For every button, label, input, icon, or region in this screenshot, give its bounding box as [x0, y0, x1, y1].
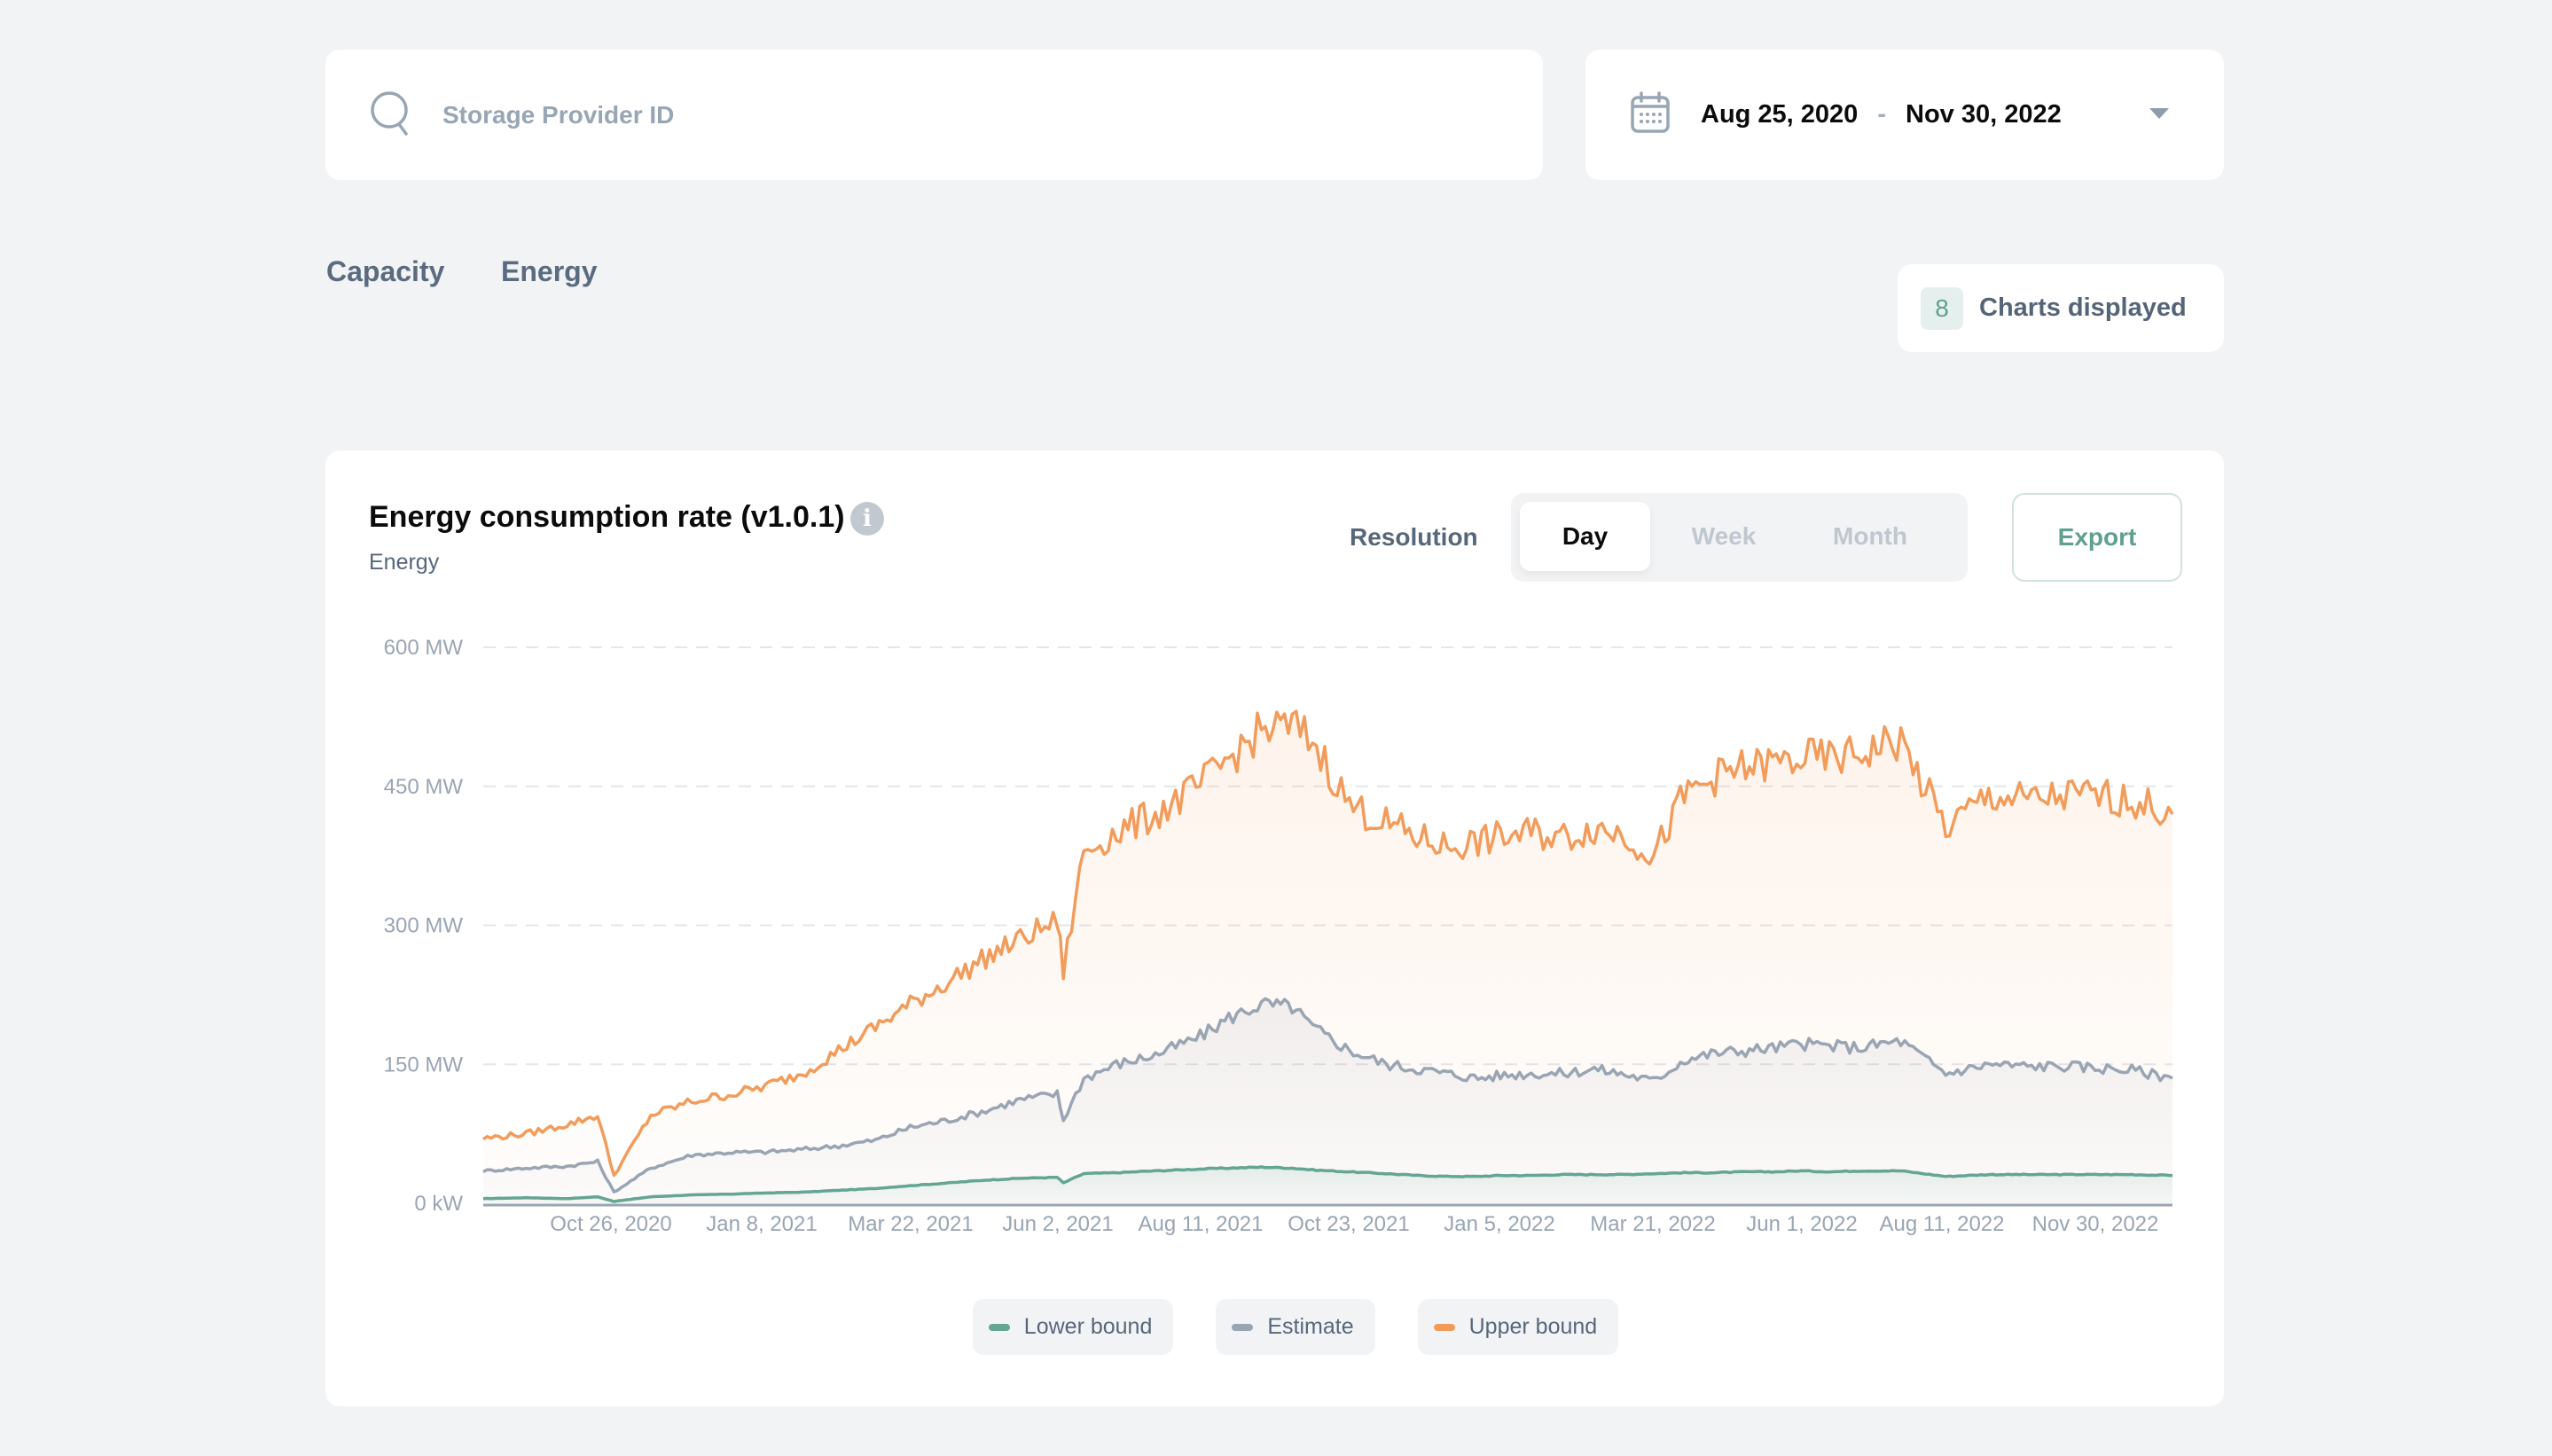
date-start: Aug 25, 2020	[1701, 100, 1859, 129]
search-icon	[370, 90, 412, 140]
legend-label: Estimate	[1267, 1314, 1354, 1339]
chevron-down-icon[interactable]	[2149, 108, 2169, 119]
legend-item-estimate[interactable]: Estimate	[1216, 1299, 1375, 1355]
chart-legend: Lower bound Estimate Upper bound	[325, 1299, 2224, 1355]
legend-label: Upper bound	[1468, 1314, 1598, 1339]
x-tick-label: Jan 8, 2021	[706, 1212, 817, 1236]
export-button[interactable]: Export	[2012, 493, 2182, 582]
legend-item-upper-bound[interactable]: Upper bound	[1417, 1299, 1619, 1355]
y-tick-label: 600 MW	[384, 636, 464, 660]
y-tick-label: 0 kW	[414, 1192, 463, 1216]
resolution-day-button[interactable]: Day	[1520, 502, 1650, 571]
storage-provider-search-input[interactable]	[442, 100, 1329, 129]
x-tick-label: Jun 1, 2022	[1746, 1212, 1857, 1236]
legend-swatch-upper-bound	[1433, 1323, 1455, 1331]
resolution-month-button[interactable]: Month	[1795, 502, 1945, 571]
y-tick-label: 300 MW	[384, 914, 464, 938]
chart-subtitle: Energy	[369, 550, 440, 575]
resolution-toggle: Day Week Month	[1511, 493, 1968, 582]
resolution-week-button[interactable]: Week	[1666, 502, 1781, 571]
tab-energy[interactable]: Energy	[501, 255, 597, 288]
x-tick-label: Nov 30, 2022	[2032, 1212, 2159, 1236]
x-tick-label: Jun 2, 2021	[1002, 1212, 1113, 1236]
y-tick-label: 150 MW	[384, 1053, 464, 1076]
x-tick-label: Mar 21, 2022	[1590, 1212, 1715, 1236]
legend-item-lower-bound[interactable]: Lower bound	[972, 1299, 1174, 1355]
x-tick-label: Aug 11, 2021	[1138, 1212, 1263, 1236]
charts-count-badge: 8	[1921, 286, 1963, 330]
charts-count-label: Charts displayed	[1979, 294, 2187, 322]
info-icon[interactable]: i	[850, 502, 884, 536]
chart-canvas: 0 kW 150 MW 300 MW 450 MW 600 MW Oct 26, 202…	[384, 636, 2174, 1236]
x-tick-label: Oct 23, 2021	[1288, 1212, 1409, 1236]
search-bar[interactable]	[325, 50, 1543, 180]
x-tick-label: Oct 26, 2020	[550, 1212, 671, 1236]
date-range-picker[interactable]: Aug 25, 2020 - Nov 30, 2022	[1585, 50, 2224, 180]
resolution-label: Resolution	[1350, 523, 1478, 551]
calendar-icon	[1630, 91, 1671, 138]
chart-title: Energy consumption rate (v1.0.1)	[369, 500, 845, 534]
legend-swatch-estimate	[1232, 1323, 1254, 1331]
x-tick-label: Jan 5, 2022	[1444, 1212, 1554, 1236]
date-separator: -	[1877, 100, 1886, 129]
tab-capacity[interactable]: Capacity	[326, 255, 444, 288]
y-tick-label: 450 MW	[384, 775, 464, 799]
charts-displayed-indicator: 8 Charts displayed	[1898, 264, 2224, 352]
x-tick-label: Mar 22, 2021	[848, 1212, 973, 1236]
x-tick-label: Aug 11, 2022	[1879, 1212, 2004, 1236]
legend-swatch-lower-bound	[988, 1323, 1010, 1331]
legend-label: Lower bound	[1023, 1314, 1153, 1339]
energy-consumption-chart-card: 0 kW 150 MW 300 MW 450 MW 600 MW Oct 26, 202…	[325, 450, 2224, 1406]
date-end: Nov 30, 2022	[1906, 100, 2062, 129]
